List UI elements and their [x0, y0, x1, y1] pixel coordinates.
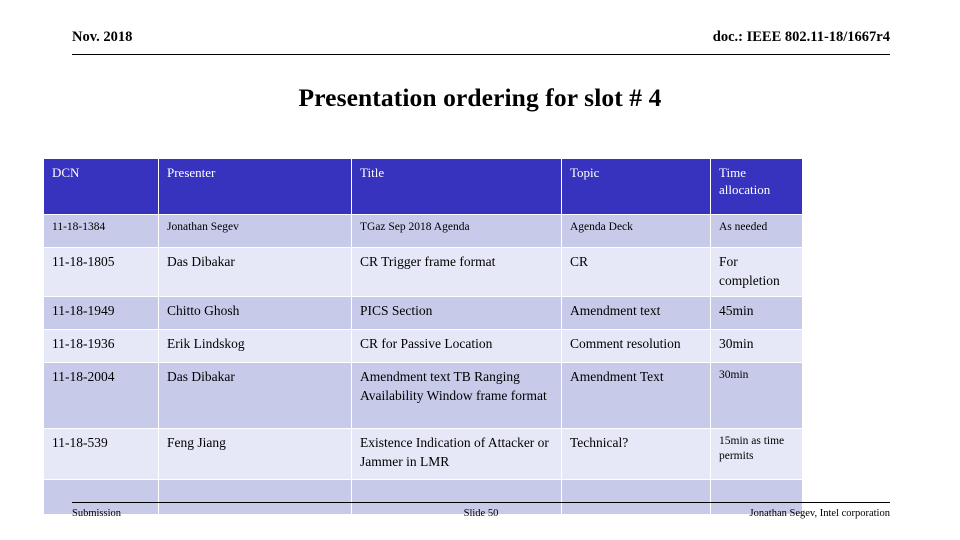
slide-header: Nov. 2018 doc.: IEEE 802.11-18/1667r4 — [72, 28, 890, 55]
cell-topic: CR — [562, 248, 710, 296]
header-date: Nov. 2018 — [72, 29, 133, 45]
cell-topic: Agenda Deck — [562, 215, 710, 247]
cell-topic: Amendment Text — [562, 363, 710, 428]
cell-dcn: 11-18-1936 — [44, 330, 158, 362]
cell-dcn: 11-18-539 — [44, 429, 158, 479]
cell-time: For completion — [711, 248, 802, 296]
cell-title: PICS Section — [352, 297, 561, 329]
table-row: 11-18-1936 Erik Lindskog CR for Passive … — [44, 330, 802, 362]
cell-presenter: Jonathan Segev — [159, 215, 351, 247]
footer-slide-number: Slide 50 — [463, 508, 499, 519]
cell-title: CR Trigger frame format — [352, 248, 561, 296]
cell-presenter: Erik Lindskog — [159, 330, 351, 362]
table-row: 11-18-1949 Chitto Ghosh PICS Section Ame… — [44, 297, 802, 329]
table-header-row: DCN Presenter Title Topic Time allocatio… — [44, 159, 802, 214]
column-header-presenter: Presenter — [159, 159, 351, 214]
cell-title: CR for Passive Location — [352, 330, 561, 362]
table-row: 11-18-1805 Das Dibakar CR Trigger frame … — [44, 248, 802, 296]
column-header-time-allocation: Time allocation — [711, 159, 802, 214]
cell-title: Amendment text TB Ranging Availability W… — [352, 363, 561, 428]
cell-title: Existence Indication of Attacker or Jamm… — [352, 429, 561, 479]
cell-presenter: Das Dibakar — [159, 248, 351, 296]
column-header-topic: Topic — [562, 159, 710, 214]
column-header-title: Title — [352, 159, 561, 214]
cell-presenter: Chitto Ghosh — [159, 297, 351, 329]
cell-topic: Comment resolution — [562, 330, 710, 362]
column-header-dcn: DCN — [44, 159, 158, 214]
cell-dcn: 11-18-1949 — [44, 297, 158, 329]
page-title: Presentation ordering for slot # 4 — [298, 83, 662, 112]
cell-presenter: Das Dibakar — [159, 363, 351, 428]
header-document-number: doc.: IEEE 802.11-18/1667r4 — [712, 29, 890, 45]
presentation-ordering-table-wrap: DCN Presenter Title Topic Time allocatio… — [43, 158, 803, 515]
table-row: 11-18-1384 Jonathan Segev TGaz Sep 2018 … — [44, 215, 802, 247]
cell-topic: Technical? — [562, 429, 710, 479]
cell-presenter: Feng Jiang — [159, 429, 351, 479]
cell-time: 45min — [711, 297, 802, 329]
cell-time: 15min as time permits — [711, 429, 802, 479]
table-body: 11-18-1384 Jonathan Segev TGaz Sep 2018 … — [44, 215, 802, 514]
table-header: DCN Presenter Title Topic Time allocatio… — [44, 159, 802, 214]
slide-footer: Submission Slide 50 Jonathan Segev, Inte… — [72, 502, 890, 521]
footer-author: Jonathan Segev, Intel corporation — [749, 508, 890, 519]
presentation-ordering-table: DCN Presenter Title Topic Time allocatio… — [43, 158, 803, 515]
cell-title: TGaz Sep 2018 Agenda — [352, 215, 561, 247]
cell-topic: Amendment text — [562, 297, 710, 329]
cell-dcn: 11-18-1384 — [44, 215, 158, 247]
footer-submission-label: Submission — [72, 508, 122, 519]
table-row: 11-18-539 Feng Jiang Existence Indicatio… — [44, 429, 802, 479]
cell-dcn: 11-18-2004 — [44, 363, 158, 428]
cell-time: As needed — [711, 215, 802, 247]
cell-dcn: 11-18-1805 — [44, 248, 158, 296]
cell-time: 30min — [711, 330, 802, 362]
table-row: 11-18-2004 Das Dibakar Amendment text TB… — [44, 363, 802, 428]
cell-time: 30min — [711, 363, 802, 428]
